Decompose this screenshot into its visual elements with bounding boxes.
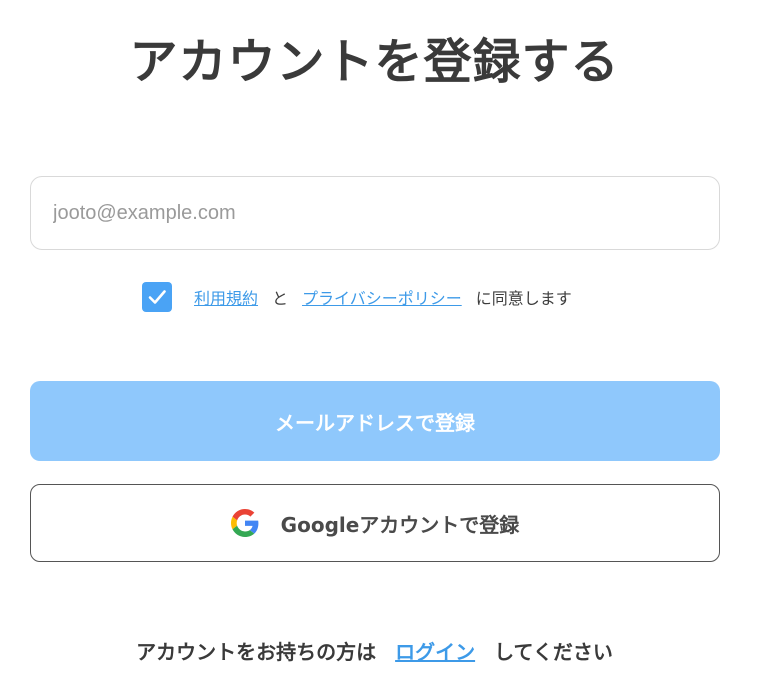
privacy-policy-link[interactable]: プライバシーポリシー: [302, 285, 462, 309]
login-link[interactable]: ログイン: [395, 640, 475, 664]
login-prompt-prefix: アカウントをお持ちの方は: [136, 640, 377, 664]
check-icon: [148, 290, 166, 304]
google-logo-icon: [230, 509, 259, 537]
agree-suffix-text: に同意します: [475, 289, 572, 308]
google-register-button[interactable]: Googleアカウントで登録: [30, 484, 720, 562]
and-text: と: [272, 289, 289, 308]
email-field[interactable]: [30, 176, 720, 250]
email-register-button[interactable]: メールアドレスで登録: [30, 381, 720, 461]
agree-checkbox[interactable]: [142, 282, 172, 312]
login-prompt: アカウントをお持ちの方は ログイン してください: [0, 636, 749, 665]
terms-link[interactable]: 利用規約: [194, 285, 258, 309]
login-prompt-suffix: してください: [494, 640, 613, 664]
google-register-label: Googleアカウントで登録: [280, 512, 520, 537]
email-register-label: メールアドレスで登録: [275, 410, 475, 435]
agreement-row: 利用規約 と プライバシーポリシー に同意します: [142, 281, 572, 313]
page-title: アカウントを登録する: [129, 34, 620, 90]
